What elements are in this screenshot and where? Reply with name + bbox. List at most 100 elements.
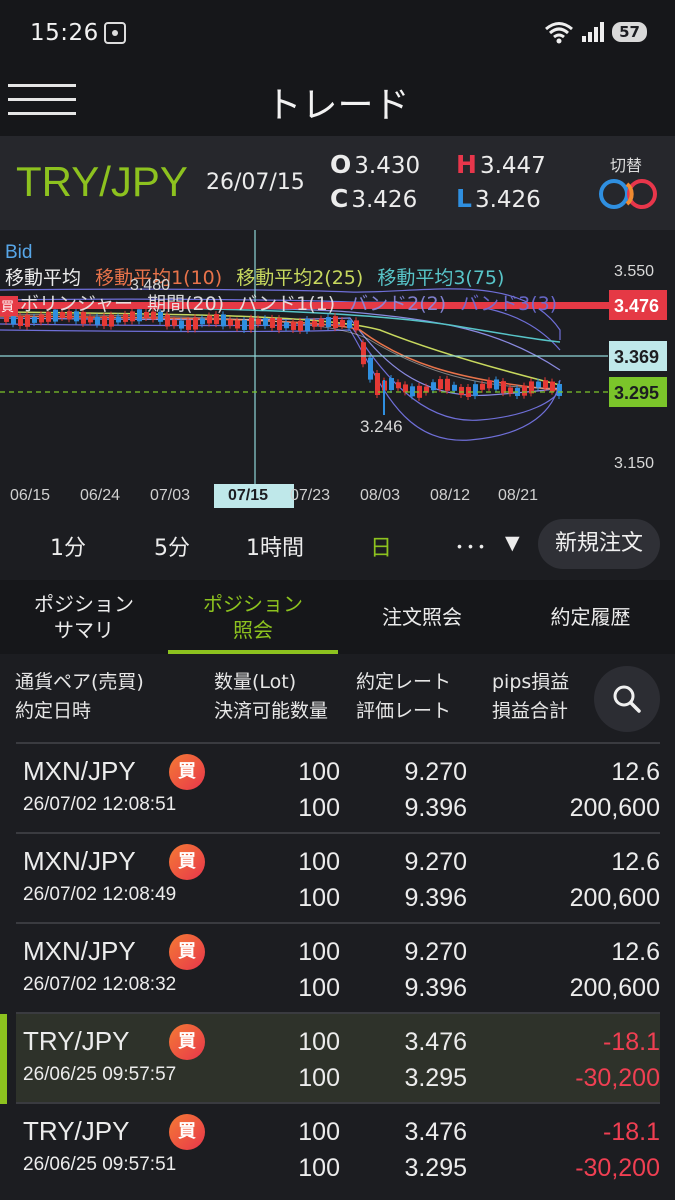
- timeframe-1hour[interactable]: 1時間: [246, 530, 304, 562]
- position-row[interactable]: TRY/JPY 買 26/06/25 09:57:51 100 100 3.47…: [16, 1102, 660, 1192]
- y-axis-top: 3.550: [614, 263, 654, 280]
- candle: [550, 381, 555, 392]
- row-closable: 100: [298, 794, 340, 822]
- switch-icon[interactable]: [597, 178, 659, 210]
- row-rate: 3.476: [404, 1118, 467, 1146]
- column-eval-rate-label: 評価レート: [356, 700, 452, 722]
- new-order-button[interactable]: 新規注文: [538, 519, 660, 569]
- y-axis-bottom: 3.150: [614, 455, 654, 472]
- candle: [214, 314, 219, 325]
- column-date-label: 約定日時: [15, 700, 92, 722]
- candle: [452, 384, 457, 391]
- candle: [494, 379, 499, 390]
- candle: [536, 381, 541, 388]
- position-row[interactable]: MXN/JPY 買 26/07/02 12:08:51 100 100 9.27…: [16, 742, 660, 832]
- more-timeframes-button[interactable]: ･･･: [454, 530, 487, 562]
- candle: [298, 320, 303, 331]
- row-closable: 100: [298, 884, 340, 912]
- low-price: L 3.426: [456, 184, 541, 213]
- candle: [354, 320, 359, 331]
- buy-tag-text: 買: [1, 300, 14, 315]
- open-price: O 3.430: [330, 150, 420, 179]
- page-title: トレード: [265, 85, 410, 126]
- candle: [123, 313, 128, 322]
- tab-trade-history[interactable]: 約定履歴: [506, 580, 675, 654]
- position-row[interactable]: MXN/JPY 買 26/07/02 12:08:49 100 100 9.27…: [16, 832, 660, 922]
- order-rate-label: 3.476: [614, 296, 659, 316]
- row-rate: 9.270: [404, 938, 467, 966]
- price-chart[interactable]: 買 Bid 移動平均 移動平均1(10) 移動平均2(25) 移動平均3(75)…: [0, 230, 675, 510]
- position-row-selected[interactable]: TRY/JPY 買 26/06/25 09:57:57 100 100 3.47…: [0, 1012, 660, 1104]
- buy-badge-icon: 買: [169, 1024, 205, 1060]
- row-quantity: 100: [298, 1118, 340, 1146]
- candle: [249, 317, 254, 330]
- x-tick: 07/23: [290, 487, 330, 504]
- high-label: H: [456, 150, 477, 179]
- row-quantity: 100: [298, 938, 340, 966]
- x-tick: 08/03: [360, 487, 400, 504]
- row-quantity: 100: [298, 848, 340, 876]
- candle: [186, 319, 191, 330]
- candle: [32, 316, 37, 323]
- x-tick: 08/12: [430, 487, 470, 504]
- candle: [25, 314, 30, 327]
- candle: [291, 321, 296, 330]
- candle: [396, 382, 401, 389]
- currency-pair[interactable]: TRY/JPY: [16, 158, 188, 206]
- candle: [95, 316, 100, 325]
- low-annotation: 3.246: [360, 417, 403, 436]
- candle: [410, 386, 415, 397]
- tab-position-summary[interactable]: ポジション サマリ: [0, 580, 168, 654]
- position-row[interactable]: MXN/JPY 買 26/07/02 12:08:32 100 100 9.27…: [16, 922, 660, 1012]
- row-pl: -30,200: [575, 1064, 660, 1092]
- row-datetime: 26/07/02 12:08:32: [23, 974, 177, 995]
- row-datetime: 26/06/25 09:57:51: [23, 1154, 177, 1175]
- chart-canvas[interactable]: 買 Bid 移動平均 移動平均1(10) 移動平均2(25) 移動平均3(75)…: [0, 230, 675, 510]
- x-tick: 07/03: [150, 487, 190, 504]
- timeframe-1min[interactable]: 1分: [50, 530, 86, 562]
- row-datetime: 26/06/25 09:57:57: [23, 1064, 177, 1085]
- column-quantity: 数量(Lot) 決済可能数量: [214, 668, 328, 726]
- current-rate-label: 3.295: [614, 383, 659, 403]
- column-rate: 約定レート 評価レート: [356, 668, 451, 726]
- candle: [277, 318, 282, 331]
- candle: [480, 383, 485, 390]
- legend-band3: バンド3(3): [460, 293, 557, 315]
- candle: [487, 380, 492, 389]
- row-rate: 3.476: [404, 1028, 467, 1056]
- candle: [284, 322, 289, 329]
- candle: [403, 384, 408, 393]
- candle: [11, 316, 16, 325]
- row-pair: MXN/JPY: [23, 756, 136, 786]
- tab-position-inquiry[interactable]: ポジション 照会: [168, 580, 338, 654]
- chevron-down-icon[interactable]: ▼: [505, 532, 520, 554]
- candle: [18, 315, 23, 326]
- candle: [165, 314, 170, 327]
- quote-date: 26/07/15: [206, 170, 305, 195]
- row-pips: 12.6: [611, 758, 660, 786]
- tab-label: 注文照会: [382, 605, 462, 629]
- open-value: 3.430: [354, 153, 421, 179]
- candle: [438, 379, 443, 390]
- timeframe-day[interactable]: 日: [370, 530, 392, 562]
- buy-badge-icon: 買: [169, 844, 205, 880]
- legend-ma2: 移動平均2(25): [236, 267, 363, 289]
- battery-indicator: 57: [612, 22, 647, 42]
- candle: [221, 314, 226, 327]
- row-closable: 100: [298, 1154, 340, 1182]
- row-pips: 12.6: [611, 938, 660, 966]
- candle: [200, 318, 205, 325]
- tab-order-inquiry[interactable]: 注文照会: [338, 580, 506, 654]
- candle: [347, 320, 352, 329]
- selected-row-marker: [0, 1014, 7, 1104]
- row-eval-rate: 9.396: [404, 884, 467, 912]
- tab-label: サマリ: [54, 618, 114, 642]
- row-closable: 100: [298, 974, 340, 1002]
- row-pips: 12.6: [611, 848, 660, 876]
- timeframe-5min[interactable]: 5分: [154, 530, 190, 562]
- status-icons: 57: [544, 20, 647, 44]
- tab-bar: ポジション サマリ ポジション 照会 注文照会 約定履歴: [0, 580, 675, 654]
- legend-bollinger: ボリンジャー 期間(20) バンド1(1) バンド2(2) バンド3(3): [20, 293, 557, 315]
- peak-annotation: 3.480: [130, 277, 170, 294]
- search-button[interactable]: [594, 666, 660, 732]
